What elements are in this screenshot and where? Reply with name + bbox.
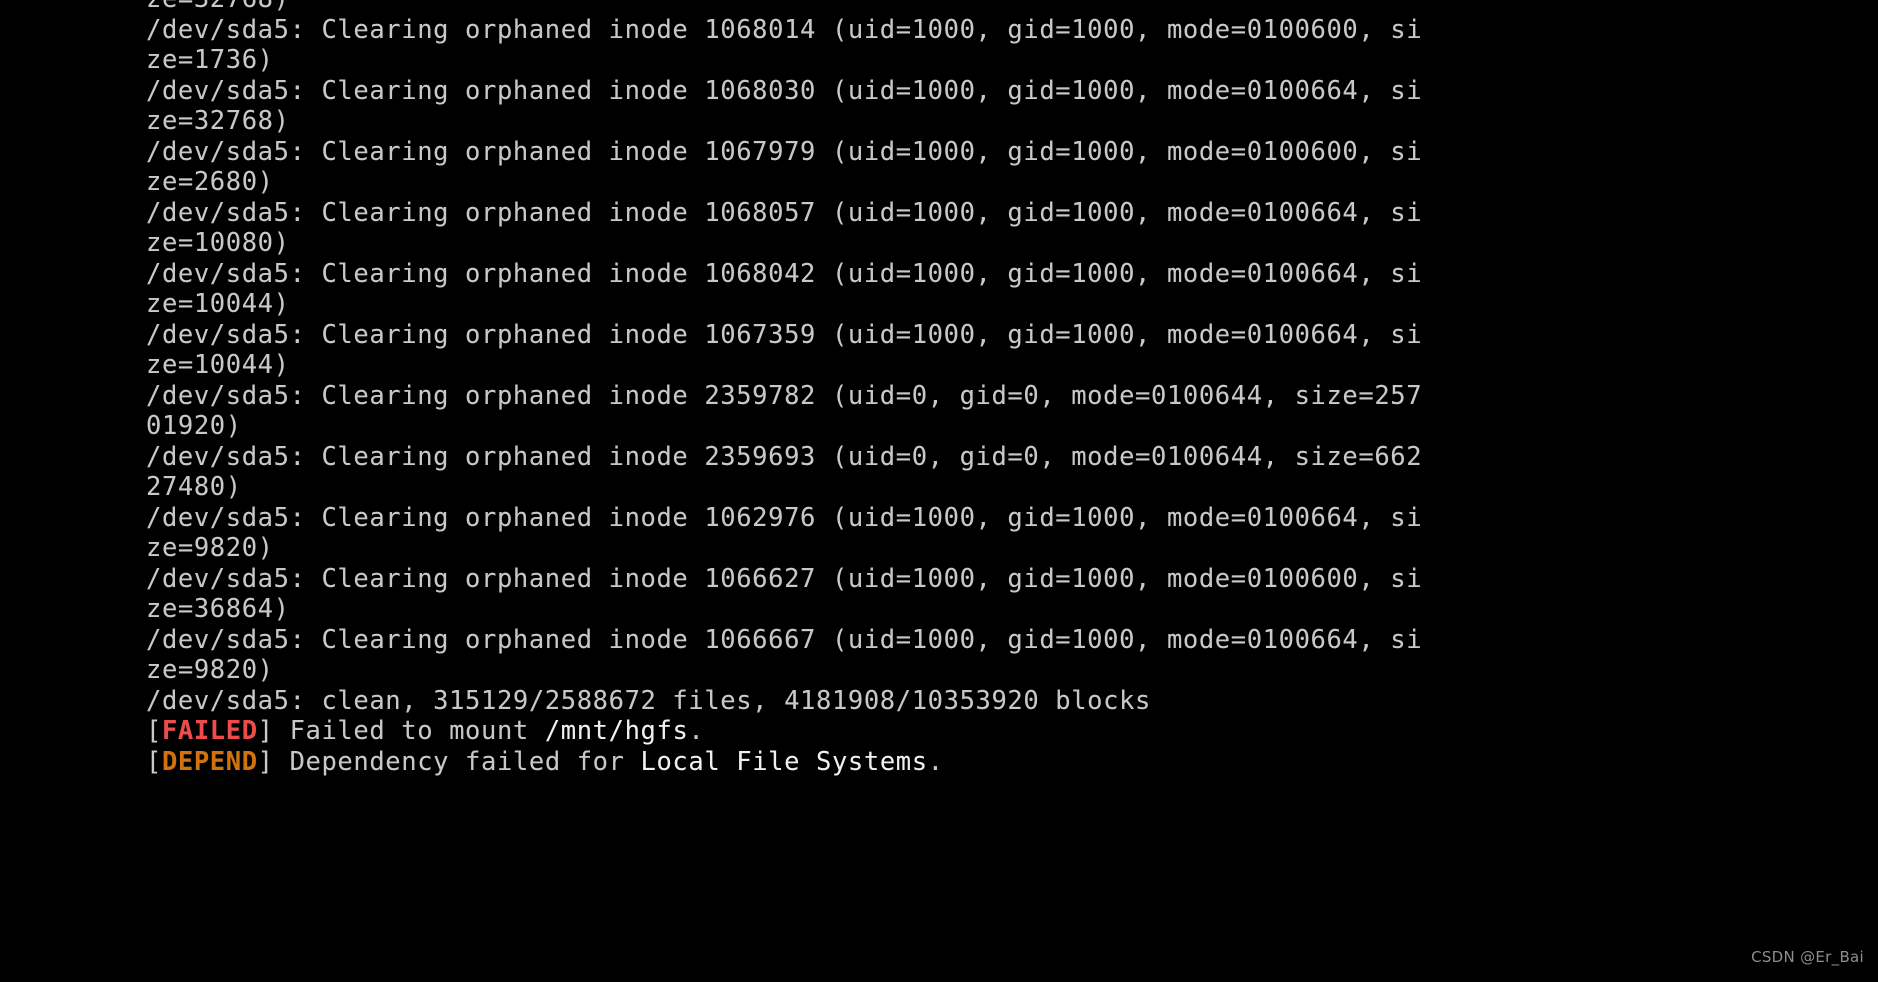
boot-console: ze=32768)/dev/sda5: Clearing orphaned in…	[0, 0, 1878, 982]
console-line-text: /dev/sda5: Clearing orphaned inode 10673…	[146, 319, 1423, 350]
console-log-line: /dev/sda5: Clearing orphaned inode 10680…	[146, 15, 1706, 46]
csdn-watermark: CSDN @Er_Bai	[1751, 947, 1864, 966]
console-line-text: ze=32768)	[146, 106, 290, 136]
console-log-line: /dev/sda5: Clearing orphaned inode 10680…	[146, 76, 1706, 107]
console-log-line: ze=9820)	[146, 533, 1706, 564]
console-log-line: /dev/sda5: Clearing orphaned inode 10666…	[146, 625, 1706, 656]
console-line-text: /dev/sda5: Clearing orphaned inode 10666…	[146, 563, 1423, 594]
console-line-text: /dev/sda5: Clearing orphaned inode 10680…	[146, 258, 1423, 289]
console-log-line: ze=10044)	[146, 289, 1706, 320]
console-log-line: /dev/sda5: Clearing orphaned inode 23597…	[146, 381, 1706, 412]
console-line-text: ze=2680)	[146, 167, 274, 197]
console-line-text: ze=1736)	[146, 45, 274, 75]
console-line-text: /dev/sda5: Clearing orphaned inode 23597…	[146, 380, 1423, 411]
console-line-text: /dev/sda5: Clearing orphaned inode 10680…	[146, 197, 1423, 228]
console-line-text: ze=10044)	[146, 350, 290, 380]
console-line-text: 01920)	[146, 411, 242, 441]
status-bracket-open: [	[146, 716, 162, 746]
console-line-text: 27480)	[146, 472, 242, 502]
console-log-line: ze=10080)	[146, 228, 1706, 259]
console-log-line: 27480)	[146, 472, 1706, 503]
console-line-text: ze=10044)	[146, 289, 290, 319]
console-log-line: ze=32768)	[146, 106, 1706, 137]
console-line-text: /dev/sda5: Clearing orphaned inode 10666…	[146, 624, 1423, 655]
console-log-line: ze=2680)	[146, 167, 1706, 198]
console-log-line: /dev/sda5: clean, 315129/2588672 files, …	[146, 686, 1706, 717]
status-message: Failed to mount	[273, 716, 545, 746]
console-line-text: ze=32768)	[146, 0, 290, 14]
console-line-text: /dev/sda5: clean, 315129/2588672 files, …	[146, 685, 1151, 716]
status-unit-name: /mnt/hgfs	[544, 716, 689, 746]
status-bracket-close: ]	[257, 716, 274, 746]
console-line-text: /dev/sda5: Clearing orphaned inode 10629…	[146, 502, 1423, 533]
console-line-text: ze=9820)	[146, 655, 274, 685]
status-bracket-open: [	[146, 746, 162, 777]
console-log-line: ze=9820)	[146, 655, 1706, 686]
status-unit-name: Local File Systems	[640, 746, 928, 777]
status-message: Dependency failed for	[273, 746, 641, 777]
console-line-text: /dev/sda5: Clearing orphaned inode 10680…	[146, 75, 1423, 106]
console-line-text: /dev/sda5: Clearing orphaned inode 10680…	[146, 14, 1423, 45]
status-bracket-close: ]	[257, 746, 274, 777]
console-log-line: /dev/sda5: Clearing orphaned inode 23596…	[146, 442, 1706, 473]
console-log-line: /dev/sda5: Clearing orphaned inode 10679…	[146, 137, 1706, 168]
console-line-text: /dev/sda5: Clearing orphaned inode 23596…	[146, 441, 1423, 472]
console-status-line: [FAILED] Failed to mount /mnt/hgfs.	[146, 716, 1706, 747]
console-log-line: /dev/sda5: Clearing orphaned inode 10680…	[146, 198, 1706, 229]
console-status-line: [DEPEND] Dependency failed for Local Fil…	[146, 747, 1706, 778]
console-log-line: /dev/sda5: Clearing orphaned inode 10629…	[146, 503, 1706, 534]
status-badge-failed: FAILED	[161, 716, 258, 746]
console-line-text: ze=10080)	[146, 228, 290, 258]
status-suffix: .	[688, 716, 705, 746]
console-log-line: ze=36864)	[146, 594, 1706, 625]
console-line-text: /dev/sda5: Clearing orphaned inode 10679…	[146, 136, 1423, 167]
console-log-line: ze=32768)	[146, 0, 1706, 15]
console-line-text: ze=36864)	[146, 594, 290, 624]
console-log-line: /dev/sda5: Clearing orphaned inode 10673…	[146, 320, 1706, 351]
console-log-line: ze=1736)	[146, 45, 1706, 76]
status-badge-depend: DEPEND	[161, 746, 258, 777]
console-line-text: ze=9820)	[146, 533, 274, 563]
console-log-line: ze=10044)	[146, 350, 1706, 381]
console-log-lines: ze=32768)/dev/sda5: Clearing orphaned in…	[146, 0, 1706, 777]
console-log-line: /dev/sda5: Clearing orphaned inode 10666…	[146, 564, 1706, 595]
console-log-line: 01920)	[146, 411, 1706, 442]
console-log-line: /dev/sda5: Clearing orphaned inode 10680…	[146, 259, 1706, 290]
status-suffix: .	[927, 746, 944, 777]
